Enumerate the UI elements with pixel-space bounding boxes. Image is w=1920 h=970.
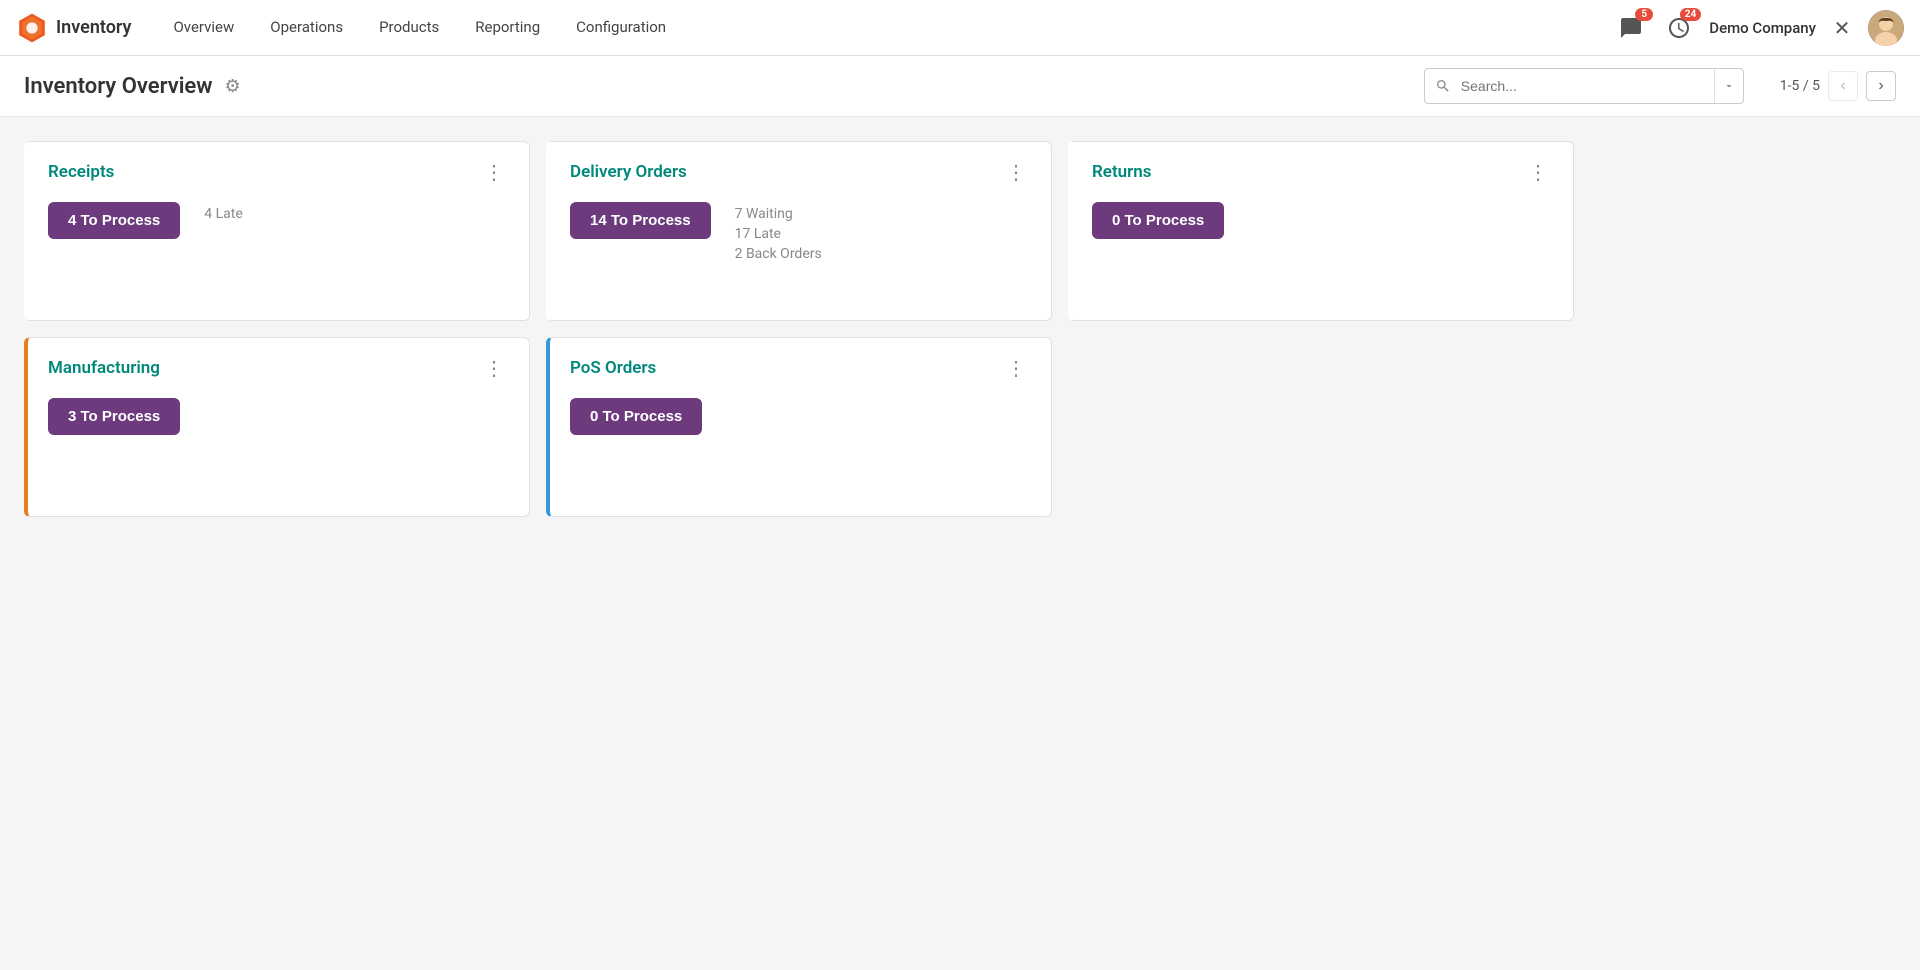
card-pos-body: 0 To Process — [570, 398, 1031, 435]
card-delivery-stats: 7 Waiting 17 Late 2 Back Orders — [735, 202, 822, 262]
subheader: Inventory Overview ⚙ 1-5 / 5 ‹ › — [0, 56, 1920, 117]
card-delivery-orders: Delivery Orders ⋮ 14 To Process 7 Waitin… — [546, 141, 1052, 321]
brand-name: Inventory — [56, 17, 131, 38]
delivery-process-button[interactable]: 14 To Process — [570, 202, 711, 239]
card-delivery-title[interactable]: Delivery Orders — [570, 162, 687, 182]
card-returns: Returns ⋮ 0 To Process — [1068, 141, 1574, 321]
card-manufacturing-menu[interactable]: ⋮ — [480, 358, 509, 378]
main-content: Receipts ⋮ 4 To Process 4 Late Delivery … — [0, 117, 1920, 970]
receipts-process-button[interactable]: 4 To Process — [48, 202, 180, 239]
card-pos-menu[interactable]: ⋮ — [1002, 358, 1031, 378]
search-icon — [1425, 78, 1461, 94]
messages-button[interactable]: 5 — [1613, 10, 1649, 46]
navbar: Inventory Overview Operations Products R… — [0, 0, 1920, 56]
pagination-next-button[interactable]: › — [1866, 71, 1896, 101]
card-receipts-menu[interactable]: ⋮ — [480, 162, 509, 182]
search-input[interactable] — [1461, 78, 1714, 94]
activity-button[interactable]: 24 — [1661, 10, 1697, 46]
card-manufacturing-body: 3 To Process — [48, 398, 509, 435]
nav-item-configuration[interactable]: Configuration — [558, 0, 684, 56]
brand-logo — [16, 12, 48, 44]
pagination-prev-button[interactable]: ‹ — [1828, 71, 1858, 101]
navbar-right: 5 24 Demo Company ✕ — [1613, 10, 1904, 46]
search-dropdown-arrow[interactable] — [1714, 69, 1743, 103]
brand[interactable]: Inventory — [16, 12, 131, 44]
card-receipts-body: 4 To Process 4 Late — [48, 202, 509, 239]
delivery-stat-backorders: 2 Back Orders — [735, 246, 822, 262]
search-magnifier-icon — [1435, 78, 1451, 94]
avatar[interactable] — [1868, 10, 1904, 46]
page-title: Inventory Overview — [24, 74, 213, 99]
card-receipts-stats: 4 Late — [204, 202, 243, 222]
delivery-stat-late: 17 Late — [735, 226, 822, 242]
card-manufacturing-header: Manufacturing ⋮ — [48, 358, 509, 378]
card-delivery-body: 14 To Process 7 Waiting 17 Late 2 Back O… — [570, 202, 1031, 262]
returns-process-button[interactable]: 0 To Process — [1092, 202, 1224, 239]
card-grid: Receipts ⋮ 4 To Process 4 Late Delivery … — [24, 141, 1574, 517]
company-name[interactable]: Demo Company — [1709, 19, 1816, 37]
card-pos-orders: PoS Orders ⋮ 0 To Process — [546, 337, 1052, 517]
card-delivery-header: Delivery Orders ⋮ — [570, 162, 1031, 182]
card-receipts: Receipts ⋮ 4 To Process 4 Late — [24, 141, 530, 321]
settings-icon[interactable]: ⚙ — [225, 76, 241, 97]
search-container — [1424, 68, 1744, 104]
card-returns-header: Returns ⋮ — [1092, 162, 1553, 182]
card-manufacturing: Manufacturing ⋮ 3 To Process — [24, 337, 530, 517]
wrench-icon[interactable]: ✕ — [1828, 14, 1856, 42]
card-pos-header: PoS Orders ⋮ — [570, 358, 1031, 378]
nav-items: Overview Operations Products Reporting C… — [155, 0, 1613, 56]
card-receipts-title[interactable]: Receipts — [48, 162, 114, 182]
delivery-stat-waiting: 7 Waiting — [735, 206, 822, 222]
nav-item-overview[interactable]: Overview — [155, 0, 252, 56]
nav-item-operations[interactable]: Operations — [252, 0, 361, 56]
pagination-info: 1-5 / 5 — [1780, 78, 1820, 94]
activity-badge: 24 — [1680, 8, 1701, 21]
avatar-image — [1868, 10, 1904, 46]
manufacturing-process-button[interactable]: 3 To Process — [48, 398, 180, 435]
card-delivery-menu[interactable]: ⋮ — [1002, 162, 1031, 182]
card-manufacturing-title[interactable]: Manufacturing — [48, 358, 160, 378]
pagination: 1-5 / 5 ‹ › — [1780, 71, 1896, 101]
pos-process-button[interactable]: 0 To Process — [570, 398, 702, 435]
nav-item-reporting[interactable]: Reporting — [457, 0, 558, 56]
card-returns-menu[interactable]: ⋮ — [1524, 162, 1553, 182]
nav-item-products[interactable]: Products — [361, 0, 457, 56]
card-pos-title[interactable]: PoS Orders — [570, 358, 656, 378]
receipts-stat-late: 4 Late — [204, 206, 243, 222]
card-returns-title[interactable]: Returns — [1092, 162, 1152, 182]
messages-badge: 5 — [1635, 8, 1653, 21]
card-returns-body: 0 To Process — [1092, 202, 1553, 239]
card-receipts-header: Receipts ⋮ — [48, 162, 509, 182]
